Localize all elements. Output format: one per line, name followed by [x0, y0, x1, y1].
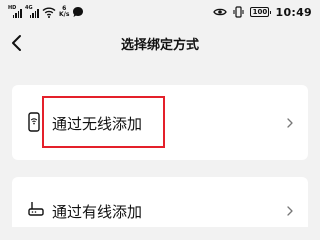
status-bar: HD 4G 6 K/s 100 10:49: [0, 0, 320, 24]
battery-icon: 100: [250, 7, 272, 17]
screen: HD 4G 6 K/s 100 10:49 选择绑定方式 通过无线添加 通过有线…: [0, 0, 320, 227]
option-wireless-label: 通过无线添加: [52, 115, 143, 133]
network-speed: 6 K/s: [59, 6, 69, 18]
signal-strength-icon: HD: [8, 5, 22, 18]
router-icon: [28, 202, 44, 216]
chat-bubble-icon: [73, 7, 84, 17]
signal-strength-icon-2: 4G: [25, 5, 39, 18]
status-time: 10:49: [275, 5, 312, 19]
status-right: 100 10:49: [213, 4, 312, 20]
battery-level: 100: [252, 8, 268, 16]
chevron-right-icon: [287, 118, 293, 128]
option-wireless[interactable]: 通过无线添加: [12, 85, 308, 160]
option-wired[interactable]: 通过有线添加: [12, 177, 308, 227]
vibrate-icon: [233, 6, 245, 18]
status-left: HD 4G 6 K/s: [8, 4, 84, 20]
wireless-device-icon: [28, 112, 40, 132]
page-title: 选择绑定方式: [120, 38, 199, 53]
chevron-right-icon: [287, 206, 293, 216]
header: 选择绑定方式: [0, 28, 320, 58]
option-wired-label: 通过有线添加: [52, 203, 143, 221]
network-speed-unit: K/s: [59, 11, 70, 18]
wifi-icon: [42, 7, 56, 18]
eye-icon: [213, 8, 228, 16]
